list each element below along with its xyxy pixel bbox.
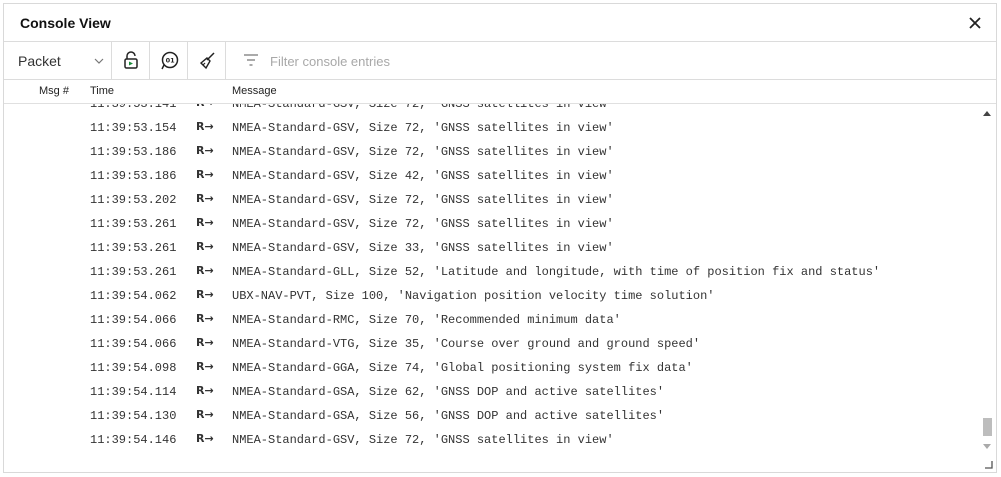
row-message: NMEA-Standard-GSA, Size 56, 'GNSS DOP an… bbox=[232, 409, 665, 423]
row-direction: R→ bbox=[196, 240, 214, 253]
row-message: NMEA-Standard-GSV, Size 33, 'GNSS satell… bbox=[232, 241, 614, 255]
row-direction: R→ bbox=[196, 312, 214, 325]
row-direction: R→ bbox=[196, 104, 214, 109]
row-direction: R→ bbox=[196, 168, 214, 181]
row-message: NMEA-Standard-GSV, Size 72, 'GNSS satell… bbox=[232, 217, 614, 231]
row-message: NMEA-Standard-GSV, Size 72, 'GNSS satell… bbox=[232, 104, 614, 111]
row-message: NMEA-Standard-GSV, Size 72, 'GNSS satell… bbox=[232, 121, 614, 135]
row-direction: R→ bbox=[196, 336, 214, 349]
filter-input[interactable] bbox=[268, 50, 872, 72]
row-message: UBX-NAV-PVT, Size 100, 'Navigation posit… bbox=[232, 289, 715, 303]
hex-view-icon: 01 bbox=[161, 51, 179, 70]
row-direction: R→ bbox=[196, 432, 214, 445]
table-row[interactable]: 11:39:53.141 R→ NMEA-Standard-GSV, Size 72… bbox=[4, 104, 976, 116]
row-time: 11:39:53.186 bbox=[90, 145, 177, 159]
row-direction: R→ bbox=[196, 408, 214, 421]
row-direction: R→ bbox=[196, 216, 214, 229]
row-time: 11:39:53.186 bbox=[90, 169, 177, 183]
row-message: NMEA-Standard-GSV, Size 72, 'GNSS satell… bbox=[232, 145, 614, 159]
table-row[interactable]: 11:39:53.186 R→ NMEA-Standard-GSV, Size 42… bbox=[4, 164, 976, 188]
table-row[interactable]: 11:39:53.186 R→ NMEA-Standard-GSV, Size 72… bbox=[4, 140, 976, 164]
console-view-window: Console View Packet 01 Filter console en… bbox=[3, 3, 997, 473]
window-title: Console View bbox=[20, 15, 111, 31]
table-row[interactable]: 11:39:53.261 R→ NMEA-Standard-GSV, Size 72… bbox=[4, 212, 976, 236]
table-row[interactable]: 11:39:54.130 R→ NMEA-Standard-GSA, Size 56… bbox=[4, 404, 976, 428]
row-time: 11:39:53.261 bbox=[90, 265, 177, 279]
row-message: NMEA-Standard-VTG, Size 35, 'Course over… bbox=[232, 337, 701, 351]
table-row[interactable]: 11:39:54.062 R→ UBX-NAV-PVT, Size 100, 'Na… bbox=[4, 284, 976, 308]
console-entries-list[interactable]: 11:39:53.141 R→ NMEA-Standard-GSV, Size 72… bbox=[4, 104, 976, 456]
row-direction: R→ bbox=[196, 192, 214, 205]
clear-console-button[interactable] bbox=[188, 42, 226, 79]
clear-broom-icon bbox=[199, 52, 215, 70]
column-time[interactable]: Time bbox=[90, 85, 114, 97]
table-row[interactable]: 11:39:53.202 R→ NMEA-Standard-GSV, Size 72… bbox=[4, 188, 976, 212]
row-direction: R→ bbox=[196, 264, 214, 277]
table-row[interactable]: 11:39:54.114 R→ NMEA-Standard-GSA, Size 62… bbox=[4, 380, 976, 404]
row-message: NMEA-Standard-GLL, Size 52, 'Latitude an… bbox=[232, 265, 881, 279]
row-time: 11:39:54.066 bbox=[90, 337, 177, 351]
column-msg-number[interactable]: Msg # bbox=[39, 85, 69, 97]
packet-select[interactable]: Packet bbox=[4, 42, 112, 79]
row-direction: R→ bbox=[196, 120, 214, 133]
resize-grip-icon[interactable] bbox=[984, 460, 993, 469]
row-message: NMEA-Standard-RMC, Size 70, 'Recommended… bbox=[232, 313, 621, 327]
row-time: 11:39:54.130 bbox=[90, 409, 177, 423]
scroll-down-icon[interactable] bbox=[983, 442, 991, 450]
table-row[interactable]: 11:39:53.154 R→ NMEA-Standard-GSV, Size 72… bbox=[4, 116, 976, 140]
row-time: 11:39:54.114 bbox=[90, 385, 177, 399]
row-message: NMEA-Standard-GGA, Size 74, 'Global posi… bbox=[232, 361, 693, 375]
toolbar: Packet 01 bbox=[4, 42, 996, 80]
row-time: 11:39:53.154 bbox=[90, 121, 177, 135]
row-direction: R→ bbox=[196, 144, 214, 157]
hex-view-button[interactable]: 01 bbox=[150, 42, 188, 79]
table-row[interactable]: 11:39:53.261 R→ NMEA-Standard-GLL, Size 52… bbox=[4, 260, 976, 284]
packet-select-value: Packet bbox=[18, 53, 61, 69]
row-message: NMEA-Standard-GSV, Size 72, 'GNSS satell… bbox=[232, 433, 614, 447]
row-time: 11:39:54.146 bbox=[90, 433, 177, 447]
row-direction: R→ bbox=[196, 384, 214, 397]
table-row[interactable]: 11:39:53.261 R→ NMEA-Standard-GSV, Size 33… bbox=[4, 236, 976, 260]
filter-area bbox=[230, 42, 990, 79]
scroll-up-icon[interactable] bbox=[983, 110, 991, 118]
close-icon[interactable] bbox=[966, 14, 984, 32]
lock-scroll-button[interactable] bbox=[112, 42, 150, 79]
row-message: NMEA-Standard-GSV, Size 42, 'GNSS satell… bbox=[232, 169, 614, 183]
row-direction: R→ bbox=[196, 288, 214, 301]
filter-icon bbox=[244, 54, 258, 66]
row-message: NMEA-Standard-GSV, Size 72, 'GNSS satell… bbox=[232, 193, 614, 207]
table-row[interactable]: 11:39:54.146 R→ NMEA-Standard-GSV, Size 72… bbox=[4, 428, 976, 452]
row-time: 11:39:53.261 bbox=[90, 241, 177, 255]
column-message[interactable]: Message bbox=[232, 85, 277, 97]
table-row[interactable]: 11:39:54.098 R→ NMEA-Standard-GGA, Size 74… bbox=[4, 356, 976, 380]
row-time: 11:39:54.098 bbox=[90, 361, 177, 375]
table-row[interactable]: 11:39:54.066 R→ NMEA-Standard-VTG, Size 35… bbox=[4, 332, 976, 356]
svg-text:01: 01 bbox=[166, 57, 176, 65]
row-message: NMEA-Standard-GSA, Size 62, 'GNSS DOP an… bbox=[232, 385, 665, 399]
row-time: 11:39:54.062 bbox=[90, 289, 177, 303]
title-bar: Console View bbox=[4, 4, 996, 42]
table-row[interactable]: 11:39:54.066 R→ NMEA-Standard-RMC, Size 70… bbox=[4, 308, 976, 332]
vertical-scrollbar[interactable] bbox=[981, 108, 993, 454]
unlock-icon bbox=[124, 51, 138, 69]
scrollbar-thumb[interactable] bbox=[983, 418, 992, 436]
row-time: 11:39:53.261 bbox=[90, 217, 177, 231]
chevron-down-icon bbox=[94, 58, 104, 64]
row-direction: R→ bbox=[196, 360, 214, 373]
row-time: 11:39:53.141 bbox=[90, 104, 177, 111]
row-time: 11:39:54.066 bbox=[90, 313, 177, 327]
row-time: 11:39:53.202 bbox=[90, 193, 177, 207]
column-header: Msg # Time Message bbox=[4, 80, 996, 104]
